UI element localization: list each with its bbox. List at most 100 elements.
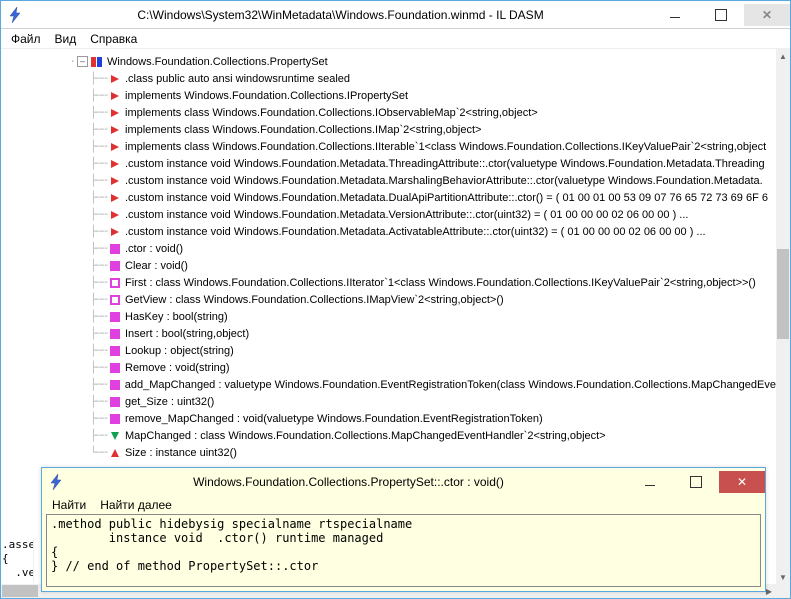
tree-node-label: .custom instance void Windows.Foundation…: [125, 226, 706, 238]
red-triangle-icon: [109, 175, 121, 187]
tree-node-label: implements class Windows.Foundation.Coll…: [125, 124, 481, 136]
tree-node[interactable]: ├╌╌MapChanged : class Windows.Foundation…: [1, 427, 776, 444]
tree-node-label: .custom instance void Windows.Foundation…: [125, 158, 765, 170]
scroll-corner: [776, 584, 790, 598]
tree-node-label: First : class Windows.Foundation.Collect…: [125, 277, 756, 289]
tree-node-label: remove_MapChanged : void(valuetype Windo…: [125, 413, 543, 425]
tree-node-label: .custom instance void Windows.Foundation…: [125, 192, 768, 204]
red-triangle-icon: [109, 226, 121, 238]
expand-toggle[interactable]: –: [77, 56, 88, 67]
tree-node[interactable]: ├╌╌First : class Windows.Foundation.Coll…: [1, 274, 776, 291]
method-icon: [109, 345, 121, 357]
main-titlebar[interactable]: C:\Windows\System32\WinMetadata\Windows.…: [1, 1, 790, 29]
tree-node-label: .custom instance void Windows.Foundation…: [125, 175, 763, 187]
il-app-icon: [42, 474, 70, 490]
tree-node[interactable]: ├╌╌.custom instance void Windows.Foundat…: [1, 206, 776, 223]
method-icon: [109, 413, 121, 425]
method-icon: [109, 243, 121, 255]
vscroll-thumb[interactable]: [777, 249, 789, 339]
method-outline-icon: [109, 294, 121, 306]
il-window-buttons: [627, 471, 765, 493]
maximize-button[interactable]: [698, 4, 744, 26]
method-outline-icon: [109, 277, 121, 289]
vertical-scrollbar[interactable]: ▲ ▼: [776, 49, 790, 584]
tree-node[interactable]: ├╌╌implements class Windows.Foundation.C…: [1, 121, 776, 138]
il-menubar: Найти Найти далее: [42, 496, 765, 514]
il-menu-find-next[interactable]: Найти далее: [100, 498, 172, 512]
tree-node-label: Size : instance uint32(): [125, 447, 237, 459]
tree-node-label: Windows.Foundation.Collections.PropertyS…: [107, 56, 328, 68]
minimize-button[interactable]: [652, 4, 698, 26]
assembly-snippet: .assen { .ver :: [2, 538, 34, 583]
tree-node[interactable]: ├╌╌Lookup : object(string): [1, 342, 776, 359]
red-triangle-icon: [109, 192, 121, 204]
tree-node[interactable]: ├╌╌Insert : bool(string,object): [1, 325, 776, 342]
tree-node-label: HasKey : bool(string): [125, 311, 228, 323]
method-icon: [109, 362, 121, 374]
tree-node[interactable]: ├╌╌.ctor : void(): [1, 240, 776, 257]
il-window[interactable]: Windows.Foundation.Collections.PropertyS…: [41, 467, 766, 592]
il-close-button[interactable]: [719, 471, 765, 493]
il-minimize-button[interactable]: [627, 471, 673, 493]
red-triangle-icon: [109, 73, 121, 85]
tree-node[interactable]: ├╌╌.custom instance void Windows.Foundat…: [1, 172, 776, 189]
method-icon: [109, 311, 121, 323]
tree-node-label: Insert : bool(string,object): [125, 328, 249, 340]
red-triangle-icon: [109, 141, 121, 153]
tree-node-label: GetView : class Windows.Foundation.Colle…: [125, 294, 504, 306]
tree-node[interactable]: ├╌╌add_MapChanged : valuetype Windows.Fo…: [1, 376, 776, 393]
tree-node[interactable]: ├╌╌.class public auto ansi windowsruntim…: [1, 70, 776, 87]
tree-node-root[interactable]: ·–Windows.Foundation.Collections.Propert…: [1, 53, 776, 70]
green-triangle-icon: [109, 430, 121, 442]
tree-node[interactable]: ├╌╌.custom instance void Windows.Foundat…: [1, 223, 776, 240]
tree-node[interactable]: ├╌╌implements Windows.Foundation.Collect…: [1, 87, 776, 104]
tree-node[interactable]: ├╌╌.custom instance void Windows.Foundat…: [1, 189, 776, 206]
tree-node[interactable]: ├╌╌get_Size : uint32(): [1, 393, 776, 410]
tree-node-label: Lookup : object(string): [125, 345, 234, 357]
tree-node-label: .custom instance void Windows.Foundation…: [125, 209, 688, 221]
method-icon: [109, 328, 121, 340]
scroll-up-arrow[interactable]: ▲: [776, 49, 790, 63]
scroll-down-arrow[interactable]: ▼: [776, 570, 790, 584]
tree-node-label: MapChanged : class Windows.Foundation.Co…: [125, 430, 606, 442]
il-body[interactable]: .method public hidebysig specialname rts…: [46, 514, 761, 587]
tree-node[interactable]: ├╌╌implements class Windows.Foundation.C…: [1, 138, 776, 155]
tree-node-label: Remove : void(string): [125, 362, 230, 374]
window-buttons: [652, 4, 790, 26]
tree-node-label: implements class Windows.Foundation.Coll…: [125, 107, 538, 119]
tree-node[interactable]: ├╌╌implements class Windows.Foundation.C…: [1, 104, 776, 121]
menu-view[interactable]: Вид: [55, 32, 77, 46]
main-title: C:\Windows\System32\WinMetadata\Windows.…: [29, 8, 652, 22]
il-maximize-button[interactable]: [673, 471, 719, 493]
method-icon: [109, 396, 121, 408]
tree-node[interactable]: ├╌╌Remove : void(string): [1, 359, 776, 376]
menu-file[interactable]: Файл: [11, 32, 41, 46]
tree-node[interactable]: ├╌╌remove_MapChanged : void(valuetype Wi…: [1, 410, 776, 427]
tree-node-label: get_Size : uint32(): [125, 396, 214, 408]
red-triangle-icon: [109, 209, 121, 221]
tree-node[interactable]: └╌╌Size : instance uint32(): [1, 444, 776, 461]
tree-node[interactable]: ├╌╌Clear : void(): [1, 257, 776, 274]
hscroll-thumb[interactable]: [2, 585, 38, 597]
method-icon: [109, 260, 121, 272]
red-triangle-icon: [109, 158, 121, 170]
tree-node-label: add_MapChanged : valuetype Windows.Found…: [125, 379, 776, 391]
il-title: Windows.Foundation.Collections.PropertyS…: [70, 475, 627, 489]
il-titlebar[interactable]: Windows.Foundation.Collections.PropertyS…: [42, 468, 765, 496]
class-icon: [91, 56, 103, 68]
il-menu-find[interactable]: Найти: [52, 498, 86, 512]
tree-node[interactable]: ├╌╌GetView : class Windows.Foundation.Co…: [1, 291, 776, 308]
red-triangle-icon: [109, 107, 121, 119]
main-menubar: Файл Вид Справка: [1, 29, 790, 49]
method-icon: [109, 379, 121, 391]
menu-help[interactable]: Справка: [90, 32, 137, 46]
tree-node-label: Clear : void(): [125, 260, 188, 272]
tree-node-label: .class public auto ansi windowsruntime s…: [125, 73, 350, 85]
red-triangle-icon: [109, 90, 121, 102]
tree-node[interactable]: ├╌╌.custom instance void Windows.Foundat…: [1, 155, 776, 172]
red-triangle-icon: [109, 124, 121, 136]
red-up-triangle-icon: [109, 447, 121, 459]
tree-node[interactable]: ├╌╌HasKey : bool(string): [1, 308, 776, 325]
tree-node-label: implements class Windows.Foundation.Coll…: [125, 141, 766, 153]
close-button[interactable]: [744, 4, 790, 26]
